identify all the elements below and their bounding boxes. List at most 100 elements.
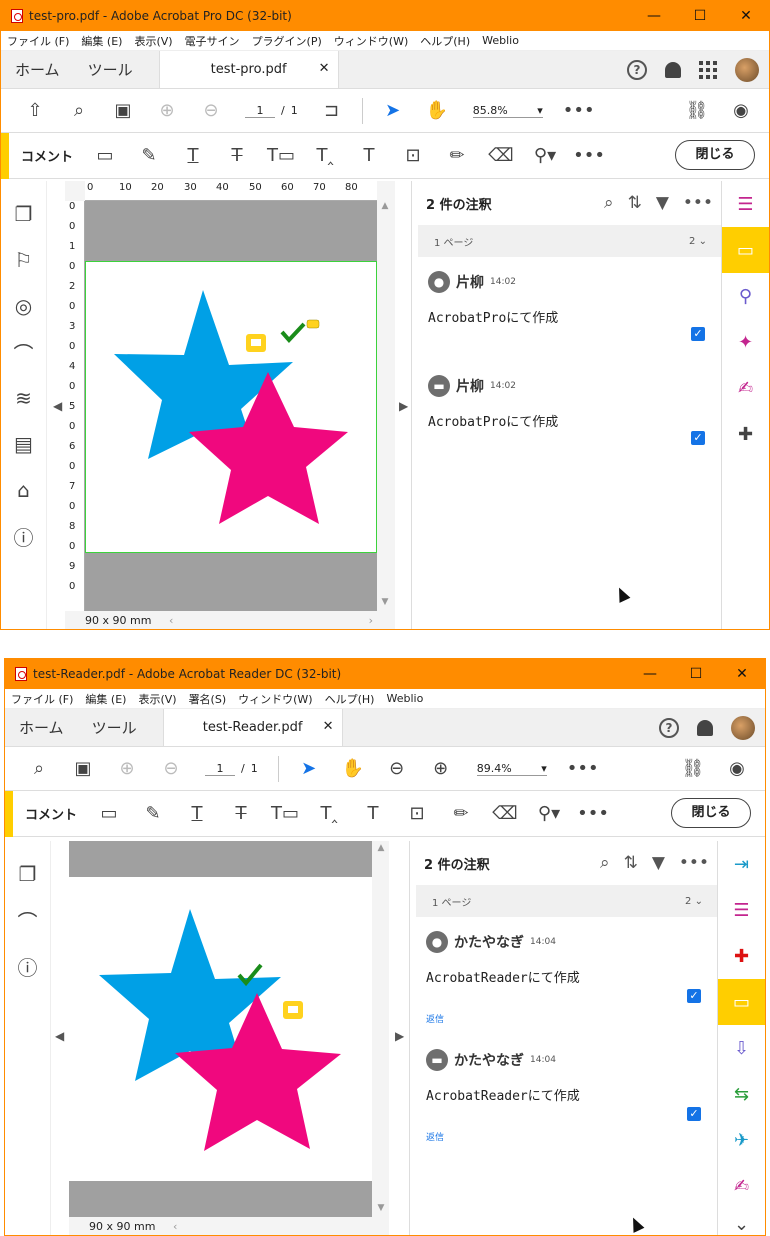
menu-file[interactable]: ファイル (F) bbox=[11, 691, 73, 707]
comment-checkbox[interactable]: ✓ bbox=[687, 1107, 701, 1121]
share-link-icon[interactable]: ⛓ bbox=[671, 753, 715, 785]
avatar[interactable] bbox=[731, 716, 755, 740]
reply-link[interactable]: 返信 bbox=[426, 1012, 703, 1025]
page-group-header[interactable]: 1 ページ 2 ⌄ bbox=[418, 225, 723, 257]
scroll-up-icon[interactable]: ▲ bbox=[379, 201, 391, 211]
strikethrough-icon[interactable]: T bbox=[219, 796, 263, 832]
page-group-header[interactable]: 1 ページ 2 ⌄ bbox=[416, 885, 719, 917]
next-page-icon[interactable]: ⊖ bbox=[149, 753, 193, 785]
compress-icon[interactable]: ⇆ bbox=[718, 1071, 765, 1117]
menu-weblio[interactable]: Weblio bbox=[482, 34, 519, 47]
target-icon[interactable]: ◎ bbox=[1, 283, 46, 329]
page-number-input[interactable]: 1 bbox=[205, 762, 235, 776]
highlight-icon[interactable]: ✎ bbox=[127, 138, 171, 174]
select-cursor-icon[interactable]: ➤ bbox=[287, 753, 331, 785]
menu-view[interactable]: 表示(V) bbox=[138, 691, 176, 707]
combine-files-icon[interactable]: ⇩ bbox=[718, 1025, 765, 1071]
document-info-icon[interactable]: ⓘ bbox=[1, 513, 46, 559]
bookmark-icon[interactable]: ⚐ bbox=[1, 237, 46, 283]
minimize-button[interactable]: — bbox=[627, 666, 673, 682]
scroll-right-icon[interactable]: › bbox=[369, 614, 373, 627]
attachment-icon[interactable]: ⌒ bbox=[5, 897, 50, 943]
add-text-icon[interactable]: T bbox=[351, 796, 395, 832]
zoom-level-select[interactable]: 85.8% ▾ bbox=[472, 104, 543, 118]
comment-tool-icon[interactable]: ▭ bbox=[722, 227, 769, 273]
document-info-icon[interactable]: ⓘ bbox=[5, 943, 50, 989]
insert-text-icon[interactable]: T‸ bbox=[303, 138, 347, 174]
export-pdf-icon[interactable]: ⇥ bbox=[718, 841, 765, 887]
comment-tool-icon[interactable]: ▭ bbox=[718, 979, 765, 1025]
fill-sign-icon[interactable]: ✍ bbox=[722, 365, 769, 411]
collapse-left-icon[interactable]: ◀ bbox=[53, 399, 62, 413]
menu-help[interactable]: ヘルプ(H) bbox=[325, 691, 375, 707]
maximize-button[interactable]: ☐ bbox=[673, 666, 719, 682]
stamp-tool-icon[interactable]: ⚲ bbox=[722, 273, 769, 319]
select-cursor-icon[interactable]: ➤ bbox=[371, 95, 415, 127]
search-icon[interactable]: ⌕ bbox=[600, 853, 610, 873]
close-tab-icon[interactable]: ✕ bbox=[323, 719, 334, 734]
scroll-down-icon[interactable]: ▼ bbox=[375, 1203, 387, 1213]
underline-text-icon[interactable]: T bbox=[175, 796, 219, 832]
zoom-in-icon[interactable]: ⊕ bbox=[419, 753, 463, 785]
comment-item[interactable]: ● かたやなぎ 14:04 AcrobatReaderにて作成 ✓ 返信 bbox=[410, 917, 719, 1035]
share-user-icon[interactable]: ◉ bbox=[719, 95, 763, 127]
help-icon[interactable]: ? bbox=[627, 60, 647, 80]
attachment-icon[interactable]: ⌒ bbox=[1, 329, 46, 375]
menu-window[interactable]: ウィンドウ(W) bbox=[334, 33, 408, 49]
comment-checkbox[interactable]: ✓ bbox=[691, 327, 705, 341]
share-user-icon[interactable]: ◉ bbox=[715, 753, 759, 785]
underline-text-icon[interactable]: T bbox=[171, 138, 215, 174]
more-tools-icon[interactable]: ••• bbox=[557, 95, 601, 127]
filter-icon[interactable]: ▼ bbox=[656, 193, 669, 213]
chevron-down-icon[interactable]: ⌄ bbox=[718, 1209, 765, 1235]
search-icon[interactable]: ⌕ bbox=[604, 193, 614, 213]
maximize-button[interactable]: ☐ bbox=[677, 8, 723, 24]
close-window-button[interactable]: ✕ bbox=[719, 666, 765, 682]
add-text-icon[interactable]: T bbox=[347, 138, 391, 174]
sort-icon[interactable]: ⇅ bbox=[628, 193, 642, 213]
more-comment-tools-icon[interactable]: ••• bbox=[567, 138, 611, 174]
more-options-icon[interactable]: ••• bbox=[679, 853, 709, 873]
more-tools-icon[interactable]: ••• bbox=[561, 753, 605, 785]
menu-help[interactable]: ヘルプ(H) bbox=[420, 33, 470, 49]
more-options-icon[interactable]: ••• bbox=[683, 193, 713, 213]
tab-home[interactable]: ホーム bbox=[1, 51, 74, 88]
menu-window[interactable]: ウィンドウ(W) bbox=[238, 691, 312, 707]
close-tab-icon[interactable]: ✕ bbox=[319, 61, 330, 76]
send-file-icon[interactable]: ✈ bbox=[718, 1117, 765, 1163]
sticky-note-icon[interactable]: ▭ bbox=[83, 138, 127, 174]
comment-item[interactable]: ▬ 片柳 14:02 AcrobatProにて作成 ✓ bbox=[412, 361, 723, 465]
comment-item[interactable]: ● 片柳 14:02 AcrobatProにて作成 ✓ bbox=[412, 257, 723, 361]
hand-tool-icon[interactable]: ✋ bbox=[331, 753, 375, 785]
zoom-out-icon[interactable]: ⊖ bbox=[375, 753, 419, 785]
eraser-icon[interactable]: ⌫ bbox=[483, 796, 527, 832]
pages-thumbnail-icon[interactable]: ❐ bbox=[1, 191, 46, 237]
help-icon[interactable]: ? bbox=[659, 718, 679, 738]
prev-page-icon[interactable]: ⊕ bbox=[105, 753, 149, 785]
filter-icon[interactable]: ▼ bbox=[652, 853, 665, 873]
zoom-search-icon[interactable]: ⌕ bbox=[57, 95, 101, 127]
collapse-panel-icon[interactable]: ▶ bbox=[399, 399, 408, 413]
tab-home[interactable]: ホーム bbox=[5, 709, 78, 746]
comment-item[interactable]: ▬ かたやなぎ 14:04 AcrobatReaderにて作成 ✓ 返信 bbox=[410, 1035, 719, 1153]
sort-icon[interactable]: ⇅ bbox=[624, 853, 638, 873]
snapshot-camera-icon[interactable]: ▣ bbox=[61, 753, 105, 785]
layers-icon[interactable]: ≋ bbox=[1, 375, 46, 421]
tab-tools[interactable]: ツール bbox=[74, 51, 147, 88]
replace-text-icon[interactable]: T▭ bbox=[259, 138, 303, 174]
page-number-input[interactable]: 1 bbox=[245, 104, 275, 118]
next-page-icon[interactable]: ⊖ bbox=[189, 95, 233, 127]
tab-document[interactable]: test-pro.pdf ✕ bbox=[158, 51, 339, 88]
notification-bell-icon[interactable] bbox=[697, 720, 713, 736]
more-tools-wrench-icon[interactable]: ✚ bbox=[722, 411, 769, 457]
more-comment-tools-icon[interactable]: ••• bbox=[571, 796, 615, 832]
collapse-left-icon[interactable]: ◀ bbox=[55, 1029, 64, 1043]
share-link-icon[interactable]: ⛓ bbox=[675, 95, 719, 127]
document-icon[interactable]: ▤ bbox=[1, 421, 46, 467]
scroll-up-icon[interactable]: ▲ bbox=[375, 843, 387, 853]
zoom-level-select[interactable]: 89.4% ▾ bbox=[476, 762, 547, 776]
menu-file[interactable]: ファイル (F) bbox=[7, 33, 69, 49]
hand-tool-icon[interactable]: ✋ bbox=[415, 95, 459, 127]
scroll-left-icon[interactable]: ‹ bbox=[169, 614, 173, 627]
menu-edit[interactable]: 編集 (E) bbox=[85, 691, 126, 707]
